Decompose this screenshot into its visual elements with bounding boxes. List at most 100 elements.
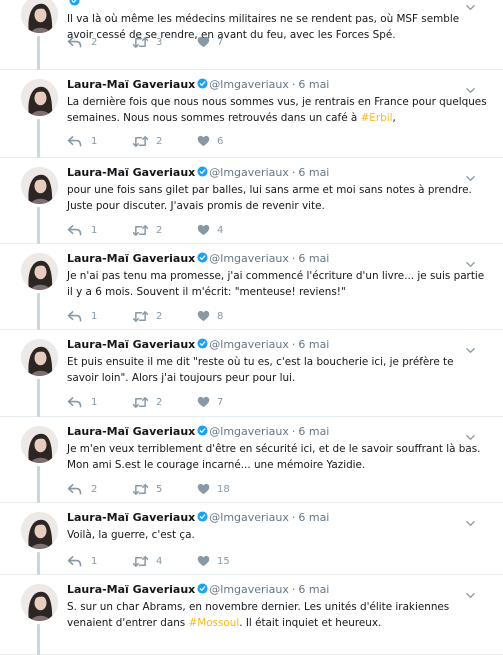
reply-button[interactable]: 1 (67, 396, 117, 410)
verified-badge-icon (195, 511, 209, 524)
reply-button[interactable]: 1 (67, 310, 117, 324)
tweet-timestamp[interactable]: 6 mai (298, 166, 329, 179)
thread-connector-line (37, 36, 40, 70)
tweet[interactable]: Laura-Maï Gaveriaux @lmgaveriaux · 6 mai S. … (0, 575, 503, 655)
chevron-down-icon[interactable] (466, 427, 475, 440)
separator-dot: · (291, 338, 296, 351)
retweet-button[interactable]: 3 (132, 36, 182, 50)
like-button[interactable]: 4 (197, 224, 247, 238)
author-handle[interactable]: @lmgaveriaux (209, 583, 289, 596)
hashtag-link[interactable]: #Mossoul (189, 617, 240, 629)
replies-count: 2 (91, 484, 98, 495)
likes-count: 7 (217, 37, 224, 48)
reply-button[interactable]: 1 (67, 135, 117, 149)
tweet-timestamp[interactable]: 6 mai (298, 583, 329, 596)
avatar[interactable] (21, 253, 58, 290)
retweets-count: 2 (156, 397, 163, 408)
author-handle[interactable]: @lmgaveriaux (209, 338, 289, 351)
chevron-down-icon[interactable] (466, 254, 475, 267)
avatar[interactable] (21, 426, 58, 463)
separator-dot: · (291, 425, 296, 438)
tweet-text-segment: Je n'ai pas tenu ma promesse, j'ai comme… (67, 270, 485, 298)
avatar[interactable] (21, 512, 58, 549)
thread-connector-line (37, 466, 40, 503)
likes-count: 6 (217, 136, 224, 147)
like-button[interactable]: 7 (197, 36, 247, 50)
tweet-timestamp[interactable]: 6 mai (298, 252, 329, 265)
tweet[interactable]: Laura-Maï Gaveriaux @lmgaveriaux · 6 mai La … (0, 70, 503, 158)
chevron-down-icon[interactable] (466, 80, 475, 93)
author-name[interactable]: Laura-Maï Gaveriaux (67, 78, 195, 91)
tweet-text-segment: . Il était inquiet et heureux. (239, 617, 382, 629)
avatar[interactable] (21, 584, 58, 621)
tweet-timestamp[interactable]: 6 mai (298, 338, 329, 351)
avatar[interactable] (21, 79, 58, 116)
tweet-text-segment: La dernière fois que nous nous sommes vu… (67, 96, 487, 124)
likes-count: 18 (217, 484, 230, 495)
chevron-down-icon[interactable] (466, 513, 475, 526)
reply-button[interactable]: 2 (67, 483, 117, 497)
retweet-button[interactable]: 2 (132, 135, 182, 149)
separator-dot: · (291, 583, 296, 596)
author-handle[interactable]: @lmgaveriaux (209, 166, 289, 179)
author-name[interactable]: Laura-Maï Gaveriaux (67, 338, 195, 351)
reply-button[interactable]: 2 (67, 36, 117, 50)
like-button[interactable]: 7 (197, 396, 247, 410)
tweet-header: Laura-Maï Gaveriaux @lmgaveriaux · 6 mai (67, 78, 329, 92)
verified-badge-icon (195, 338, 209, 351)
likes-count: 7 (217, 397, 224, 408)
avatar[interactable] (21, 0, 58, 33)
tweet-header: Laura-Maï Gaveriaux @lmgaveriaux · 6 mai (67, 166, 329, 180)
avatar[interactable] (21, 339, 58, 376)
author-name[interactable]: Laura-Maï Gaveriaux (67, 166, 195, 179)
retweet-button[interactable]: 4 (132, 555, 182, 569)
chevron-down-icon[interactable] (466, 0, 475, 10)
chevron-down-icon[interactable] (466, 340, 475, 353)
tweet[interactable]: Laura-Maï Gaveriaux @lmgaveriaux · 6 mai Je … (0, 244, 503, 330)
tweet-timestamp[interactable]: 6 mai (298, 78, 329, 91)
author-name[interactable]: Laura-Maï Gaveriaux (67, 252, 195, 265)
chevron-down-icon[interactable] (466, 585, 475, 598)
retweet-button[interactable]: 5 (132, 483, 182, 497)
author-name[interactable]: Laura-Maï Gaveriaux (67, 583, 195, 596)
reply-button[interactable]: 1 (67, 555, 117, 569)
chevron-down-icon[interactable] (466, 168, 475, 181)
author-name[interactable]: Laura-Maï Gaveriaux (67, 425, 195, 438)
tweet-text-segment: Il va là où même les médecins militaires… (67, 13, 460, 41)
like-button[interactable]: 18 (197, 483, 247, 497)
hashtag-link[interactable]: #Erbil (361, 112, 393, 124)
reply-button[interactable]: 1 (67, 224, 117, 238)
retweet-button[interactable]: 2 (132, 310, 182, 324)
author-handle[interactable]: @lmgaveriaux (209, 252, 289, 265)
verified-badge-icon (195, 583, 209, 596)
tweet-timestamp[interactable]: 6 mai (298, 425, 329, 438)
tweet[interactable]: Laura-Maï Gaveriaux @lmgaveriaux · 6 mai Et … (0, 330, 503, 417)
verified-badge-icon (195, 252, 209, 265)
like-button[interactable]: 6 (197, 135, 247, 149)
separator-dot: · (291, 166, 296, 179)
author-handle[interactable]: @lmgaveriaux (209, 511, 289, 524)
avatar[interactable] (21, 167, 58, 204)
replies-count: 1 (91, 136, 98, 147)
tweet[interactable]: Laura-Maï Gaveriaux @lmgaveriaux · 6 mai Je … (0, 417, 503, 503)
retweets-count: 4 (156, 556, 163, 567)
tweet-header (67, 0, 87, 9)
tweet[interactable]: Il va là où même les médecins militaires… (0, 0, 503, 70)
thread-connector-line (37, 293, 40, 330)
like-button[interactable]: 8 (197, 310, 247, 324)
separator-dot: · (291, 78, 296, 91)
verified-badge-icon (67, 0, 81, 8)
author-name[interactable]: Laura-Maï Gaveriaux (67, 511, 195, 524)
tweet-timestamp[interactable]: 6 mai (298, 511, 329, 524)
replies-count: 2 (91, 37, 98, 48)
verified-badge-icon (195, 166, 209, 179)
likes-count: 15 (217, 556, 230, 567)
like-button[interactable]: 15 (197, 555, 247, 569)
tweet-text-segment: Et puis ensuite il me dit "reste où tu e… (67, 356, 454, 384)
retweet-button[interactable]: 2 (132, 396, 182, 410)
retweet-button[interactable]: 2 (132, 224, 182, 238)
author-handle[interactable]: @lmgaveriaux (209, 425, 289, 438)
author-handle[interactable]: @lmgaveriaux (209, 78, 289, 91)
tweet[interactable]: Laura-Maï Gaveriaux @lmgaveriaux · 6 mai Voi… (0, 503, 503, 575)
tweet[interactable]: Laura-Maï Gaveriaux @lmgaveriaux · 6 mai pou… (0, 158, 503, 244)
